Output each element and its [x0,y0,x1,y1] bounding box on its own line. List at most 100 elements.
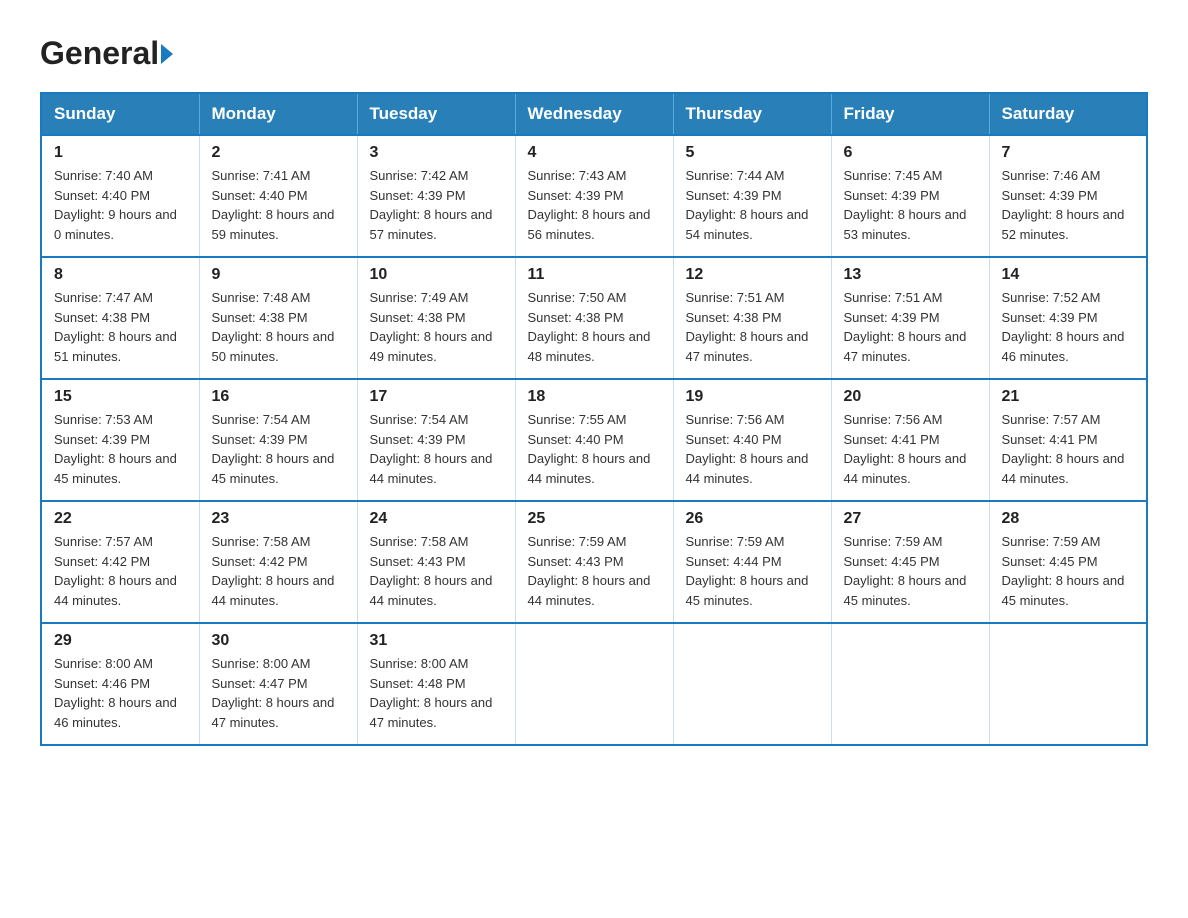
calendar-week-row: 22 Sunrise: 7:57 AMSunset: 4:42 PMDaylig… [41,501,1147,623]
calendar-cell: 1 Sunrise: 7:40 AMSunset: 4:40 PMDayligh… [41,135,199,257]
day-number: 26 [686,510,819,528]
day-info: Sunrise: 7:54 AMSunset: 4:39 PMDaylight:… [212,412,335,486]
logo-general-text: General [40,35,159,72]
day-number: 5 [686,144,819,162]
calendar-cell: 27 Sunrise: 7:59 AMSunset: 4:45 PMDaylig… [831,501,989,623]
day-info: Sunrise: 7:56 AMSunset: 4:41 PMDaylight:… [844,412,967,486]
day-number: 28 [1002,510,1135,528]
day-info: Sunrise: 7:59 AMSunset: 4:44 PMDaylight:… [686,534,809,608]
calendar-cell: 13 Sunrise: 7:51 AMSunset: 4:39 PMDaylig… [831,257,989,379]
day-number: 23 [212,510,345,528]
day-number: 10 [370,266,503,284]
calendar-cell [515,623,673,745]
day-info: Sunrise: 7:57 AMSunset: 4:42 PMDaylight:… [54,534,177,608]
day-info: Sunrise: 7:42 AMSunset: 4:39 PMDaylight:… [370,168,493,242]
calendar-cell: 15 Sunrise: 7:53 AMSunset: 4:39 PMDaylig… [41,379,199,501]
day-info: Sunrise: 7:46 AMSunset: 4:39 PMDaylight:… [1002,168,1125,242]
day-number: 17 [370,388,503,406]
day-number: 15 [54,388,187,406]
day-info: Sunrise: 7:49 AMSunset: 4:38 PMDaylight:… [370,290,493,364]
calendar-cell: 14 Sunrise: 7:52 AMSunset: 4:39 PMDaylig… [989,257,1147,379]
calendar-cell: 11 Sunrise: 7:50 AMSunset: 4:38 PMDaylig… [515,257,673,379]
calendar-header-row: SundayMondayTuesdayWednesdayThursdayFrid… [41,93,1147,135]
day-number: 4 [528,144,661,162]
calendar-week-row: 15 Sunrise: 7:53 AMSunset: 4:39 PMDaylig… [41,379,1147,501]
day-info: Sunrise: 7:58 AMSunset: 4:42 PMDaylight:… [212,534,335,608]
calendar-cell: 23 Sunrise: 7:58 AMSunset: 4:42 PMDaylig… [199,501,357,623]
day-info: Sunrise: 8:00 AMSunset: 4:48 PMDaylight:… [370,656,493,730]
day-number: 18 [528,388,661,406]
calendar-cell: 9 Sunrise: 7:48 AMSunset: 4:38 PMDayligh… [199,257,357,379]
day-number: 1 [54,144,187,162]
logo: General [40,35,175,72]
day-info: Sunrise: 7:58 AMSunset: 4:43 PMDaylight:… [370,534,493,608]
calendar-cell: 19 Sunrise: 7:56 AMSunset: 4:40 PMDaylig… [673,379,831,501]
day-info: Sunrise: 7:59 AMSunset: 4:45 PMDaylight:… [1002,534,1125,608]
weekday-header-thursday: Thursday [673,93,831,135]
calendar-cell: 7 Sunrise: 7:46 AMSunset: 4:39 PMDayligh… [989,135,1147,257]
calendar-week-row: 8 Sunrise: 7:47 AMSunset: 4:38 PMDayligh… [41,257,1147,379]
day-info: Sunrise: 7:45 AMSunset: 4:39 PMDaylight:… [844,168,967,242]
day-info: Sunrise: 7:40 AMSunset: 4:40 PMDaylight:… [54,168,177,242]
day-info: Sunrise: 7:51 AMSunset: 4:39 PMDaylight:… [844,290,967,364]
day-number: 30 [212,632,345,650]
day-info: Sunrise: 7:50 AMSunset: 4:38 PMDaylight:… [528,290,651,364]
calendar-cell: 20 Sunrise: 7:56 AMSunset: 4:41 PMDaylig… [831,379,989,501]
calendar-cell [673,623,831,745]
day-info: Sunrise: 7:59 AMSunset: 4:43 PMDaylight:… [528,534,651,608]
day-info: Sunrise: 7:59 AMSunset: 4:45 PMDaylight:… [844,534,967,608]
day-number: 21 [1002,388,1135,406]
calendar-cell: 24 Sunrise: 7:58 AMSunset: 4:43 PMDaylig… [357,501,515,623]
calendar-week-row: 1 Sunrise: 7:40 AMSunset: 4:40 PMDayligh… [41,135,1147,257]
day-info: Sunrise: 7:41 AMSunset: 4:40 PMDaylight:… [212,168,335,242]
calendar-cell: 31 Sunrise: 8:00 AMSunset: 4:48 PMDaylig… [357,623,515,745]
day-info: Sunrise: 7:54 AMSunset: 4:39 PMDaylight:… [370,412,493,486]
weekday-header-monday: Monday [199,93,357,135]
weekday-header-friday: Friday [831,93,989,135]
weekday-header-wednesday: Wednesday [515,93,673,135]
day-info: Sunrise: 8:00 AMSunset: 4:47 PMDaylight:… [212,656,335,730]
calendar-cell: 2 Sunrise: 7:41 AMSunset: 4:40 PMDayligh… [199,135,357,257]
calendar-cell: 4 Sunrise: 7:43 AMSunset: 4:39 PMDayligh… [515,135,673,257]
day-number: 13 [844,266,977,284]
page-header: General [40,30,1148,72]
day-number: 24 [370,510,503,528]
calendar-cell [831,623,989,745]
day-number: 31 [370,632,503,650]
calendar-cell: 29 Sunrise: 8:00 AMSunset: 4:46 PMDaylig… [41,623,199,745]
day-info: Sunrise: 7:43 AMSunset: 4:39 PMDaylight:… [528,168,651,242]
weekday-header-tuesday: Tuesday [357,93,515,135]
day-number: 14 [1002,266,1135,284]
calendar-cell: 17 Sunrise: 7:54 AMSunset: 4:39 PMDaylig… [357,379,515,501]
calendar-cell: 28 Sunrise: 7:59 AMSunset: 4:45 PMDaylig… [989,501,1147,623]
day-number: 29 [54,632,187,650]
day-number: 11 [528,266,661,284]
day-info: Sunrise: 7:57 AMSunset: 4:41 PMDaylight:… [1002,412,1125,486]
day-number: 9 [212,266,345,284]
day-info: Sunrise: 7:51 AMSunset: 4:38 PMDaylight:… [686,290,809,364]
calendar-cell: 10 Sunrise: 7:49 AMSunset: 4:38 PMDaylig… [357,257,515,379]
day-number: 25 [528,510,661,528]
weekday-header-sunday: Sunday [41,93,199,135]
calendar-week-row: 29 Sunrise: 8:00 AMSunset: 4:46 PMDaylig… [41,623,1147,745]
day-number: 12 [686,266,819,284]
calendar-cell: 8 Sunrise: 7:47 AMSunset: 4:38 PMDayligh… [41,257,199,379]
day-info: Sunrise: 7:47 AMSunset: 4:38 PMDaylight:… [54,290,177,364]
day-number: 6 [844,144,977,162]
day-number: 22 [54,510,187,528]
day-number: 3 [370,144,503,162]
calendar-cell: 3 Sunrise: 7:42 AMSunset: 4:39 PMDayligh… [357,135,515,257]
calendar-cell: 18 Sunrise: 7:55 AMSunset: 4:40 PMDaylig… [515,379,673,501]
calendar-cell: 22 Sunrise: 7:57 AMSunset: 4:42 PMDaylig… [41,501,199,623]
day-number: 19 [686,388,819,406]
calendar-cell: 25 Sunrise: 7:59 AMSunset: 4:43 PMDaylig… [515,501,673,623]
logo-arrow-icon [161,44,173,64]
calendar-cell: 26 Sunrise: 7:59 AMSunset: 4:44 PMDaylig… [673,501,831,623]
day-number: 8 [54,266,187,284]
calendar-cell: 6 Sunrise: 7:45 AMSunset: 4:39 PMDayligh… [831,135,989,257]
day-number: 7 [1002,144,1135,162]
calendar-table: SundayMondayTuesdayWednesdayThursdayFrid… [40,92,1148,746]
day-number: 16 [212,388,345,406]
day-info: Sunrise: 7:52 AMSunset: 4:39 PMDaylight:… [1002,290,1125,364]
calendar-cell: 12 Sunrise: 7:51 AMSunset: 4:38 PMDaylig… [673,257,831,379]
